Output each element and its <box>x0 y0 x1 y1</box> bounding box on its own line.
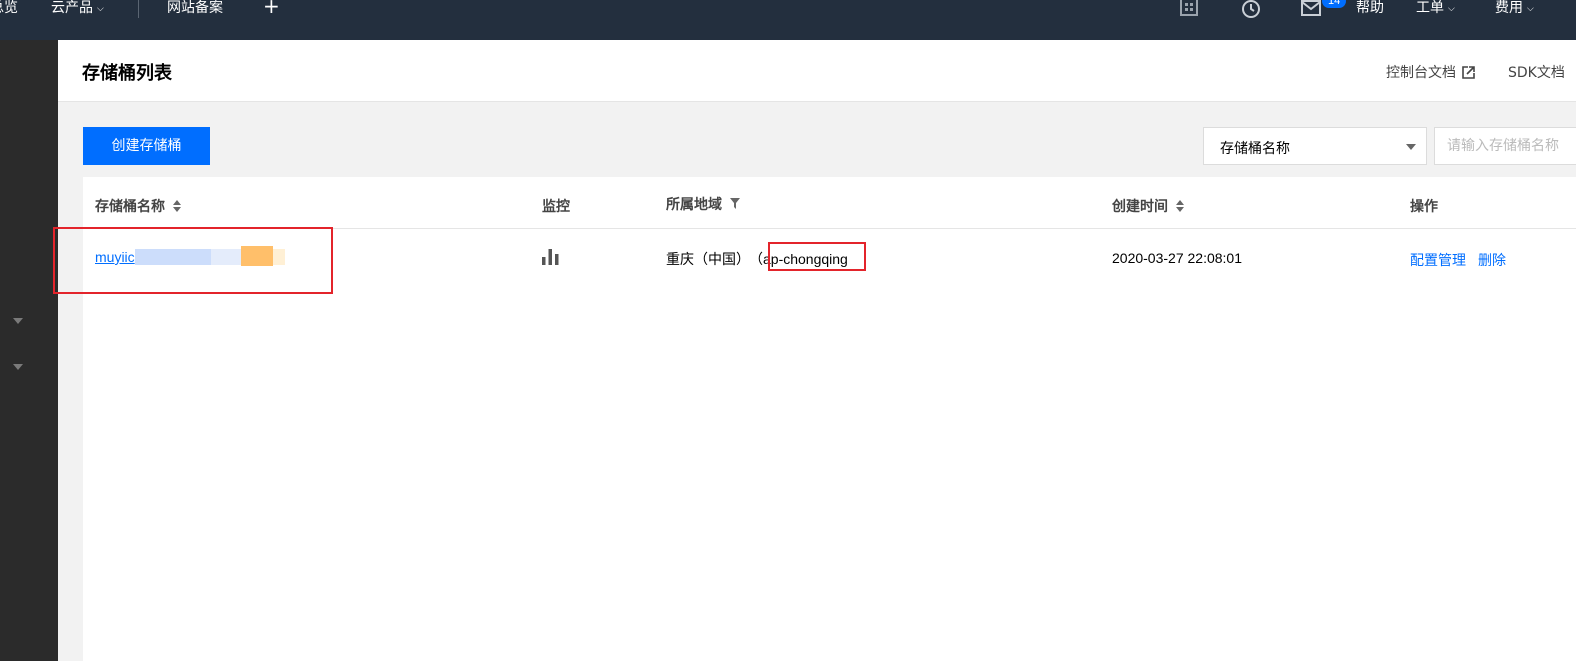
top-navbar: 总览 云产品 ⌵ 网站备案 + 14 帮助 工单 ⌵ 费用 ⌵ <box>0 0 1576 40</box>
col-monitor: 监控 <box>542 199 570 215</box>
nav-overview[interactable]: 总览 <box>0 0 18 16</box>
col-bucket-name-label: 存储桶名称 <box>95 199 165 215</box>
console-docs-link[interactable]: 控制台文档 <box>1386 62 1475 83</box>
chevron-down-icon <box>1406 144 1416 150</box>
sort-icon[interactable] <box>1176 200 1184 216</box>
console-docs-label: 控制台文档 <box>1386 65 1456 81</box>
nav-filing[interactable]: 网站备案 <box>167 0 223 16</box>
sdk-docs-link[interactable]: SDK文档 <box>1508 62 1565 82</box>
col-bucket-name[interactable]: 存储桶名称 <box>95 196 181 216</box>
nav-products[interactable]: 云产品 ⌵ <box>51 0 104 16</box>
nav-divider <box>138 0 139 18</box>
col-actions: 操作 <box>1410 199 1438 215</box>
add-shortcut-icon[interactable]: + <box>263 0 280 16</box>
sidebar-expand-icon[interactable] <box>13 364 23 370</box>
chevron-down-icon: ⌵ <box>97 4 104 14</box>
nav-ticket-label: 工单 <box>1416 0 1444 16</box>
region-name: 重庆（中国） <box>666 252 750 268</box>
qrcode-icon[interactable] <box>1180 0 1198 20</box>
col-created-time[interactable]: 创建时间 <box>1112 196 1184 216</box>
clock-icon[interactable] <box>1241 0 1261 23</box>
external-link-icon <box>1462 66 1475 83</box>
nav-ticket[interactable]: 工单 ⌵ <box>1416 0 1455 16</box>
main-content: 创建存储桶 存储桶名称 存储桶名称 监控 所属地域 创建时间 操作 muyiic… <box>58 102 1576 661</box>
nav-billing[interactable]: 费用 ⌵ <box>1495 0 1534 16</box>
highlight-box-region-code <box>768 242 866 271</box>
config-manage-link[interactable]: 配置管理 <box>1410 253 1466 269</box>
search-box[interactable] <box>1434 127 1576 165</box>
sidebar-expand-icon[interactable] <box>13 318 23 324</box>
mail-icon[interactable] <box>1301 0 1321 20</box>
col-region[interactable]: 所属地域 <box>666 194 740 214</box>
bar-chart-icon[interactable] <box>542 249 559 269</box>
search-field-select[interactable]: 存储桶名称 <box>1203 127 1427 165</box>
create-bucket-button[interactable]: 创建存储桶 <box>83 127 210 165</box>
nav-billing-label: 费用 <box>1495 0 1523 16</box>
delete-link[interactable]: 删除 <box>1478 253 1506 269</box>
page-header: 存储桶列表 控制台文档 SDK文档 <box>58 40 1576 102</box>
actions-cell: 配置管理 删除 <box>1410 250 1518 270</box>
message-count-badge: 14 <box>1322 0 1347 8</box>
nav-products-label: 云产品 <box>51 0 93 16</box>
chevron-down-icon: ⌵ <box>1527 4 1534 14</box>
sort-icon[interactable] <box>173 200 181 216</box>
search-field-value: 存储桶名称 <box>1220 141 1290 157</box>
chevron-down-icon: ⌵ <box>1448 4 1455 14</box>
nav-help[interactable]: 帮助 <box>1356 0 1384 16</box>
region-code-paren: （ <box>756 252 763 268</box>
table-header: 存储桶名称 监控 所属地域 创建时间 操作 <box>83 177 1576 229</box>
col-created-time-label: 创建时间 <box>1112 199 1168 215</box>
filter-icon[interactable] <box>730 197 740 213</box>
highlight-box-bucket-name <box>53 227 333 294</box>
created-time-text: 2020-03-27 22:08:01 <box>1112 250 1242 266</box>
col-region-label: 所属地域 <box>666 197 722 213</box>
created-time: 2020-03-27 22:08:01 <box>1112 250 1242 267</box>
sidebar <box>0 40 58 661</box>
page-title: 存储桶列表 <box>82 63 172 84</box>
search-input[interactable] <box>1435 128 1576 164</box>
